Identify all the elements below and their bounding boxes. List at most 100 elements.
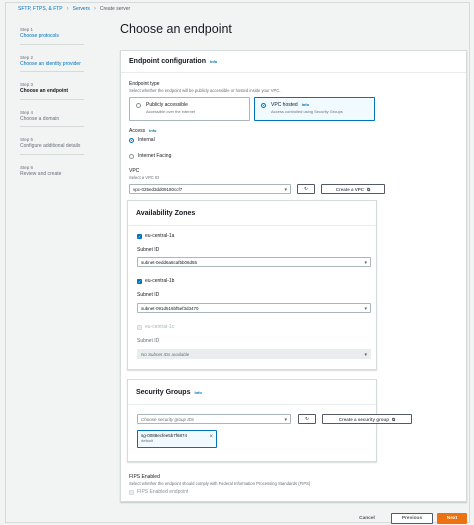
token-desc: default [141,438,154,443]
publicly-accessible-tile[interactable]: Publicly accessible Accessible over the … [129,97,250,121]
step-label[interactable]: Choose an identity provider [20,61,86,68]
refresh-icon: ↻ [305,416,309,421]
breadcrumb-sftp[interactable]: SFTP, FTPS, & FTP [18,6,63,12]
info-link[interactable]: Info [210,59,217,64]
tile-desc: Accessible over the internet [146,109,196,114]
vpc-desc: Select a VPC ID [129,175,160,180]
step-6: Step 6 Review and create [20,165,86,178]
zone-1a-checkbox[interactable]: ✓ [137,234,142,239]
step-divider [20,71,84,72]
divider [121,72,466,73]
step-4: Step 4 Choose a domain [20,110,86,127]
step-2[interactable]: Step 2 Choose an identity provider [20,55,86,72]
step-label: Review and create [20,170,62,177]
zone-name: eu-central-1b [145,278,175,284]
panel-title: Endpoint configuration Info [129,58,217,65]
info-link[interactable]: Info [194,390,201,395]
chevron-right-icon: › [66,6,69,12]
tile-title-text: VPC hosted [271,102,298,108]
refresh-icon: ↻ [304,186,308,191]
external-link-icon: ⧉ [392,416,396,422]
vpc-label: VPC [129,168,140,174]
step-divider [20,43,84,45]
page-title: Choose an endpoint [120,22,232,36]
step-divider [20,153,84,155]
step-divider [20,98,84,100]
caret-down-icon: ▾ [364,351,367,358]
subnet-select-1c: No Subnet IDs available ▾ [137,349,371,359]
security-group-token: sg-0088ecfee5b7f6874 default × [137,430,217,448]
external-link-icon: ⧉ [367,186,371,192]
info-link[interactable]: Info [302,102,309,107]
subnet-value: subnet-0edd6a8caf5b06d55 [141,260,198,265]
publicly-accessible-radio[interactable] [136,103,141,108]
security-group-select[interactable]: Choose security group IDs ▾ [137,414,291,424]
subnet-select-1a[interactable]: subnet-0edd6a8caf5b06d55 ▾ [137,257,371,267]
divider [128,404,376,405]
security-groups-title-text: Security Groups [136,389,191,396]
cancel-button[interactable]: Cancel [352,513,382,524]
subnet-select-1b[interactable]: subnet-091d516bf5ef3d3470 ▾ [137,303,371,313]
info-link[interactable]: Info [149,128,156,133]
next-button[interactable]: Next [437,513,467,524]
refresh-security-groups-button[interactable]: ↻ [298,414,316,424]
internet-facing-label: Internet Facing [138,153,172,159]
zone-1c-checkbox [137,325,142,330]
zone-name: eu-central-1c [145,324,175,330]
vpc-hosted-radio[interactable] [261,103,266,108]
endpoint-type-desc: Select whether the endpoint will be publ… [129,88,281,93]
fips-desc: Select whether the endpoint should compl… [129,481,311,486]
create-security-group-label: Create a security group [338,416,390,422]
endpoint-configuration-panel: Endpoint configuration Info Endpoint type… [120,50,467,502]
create-security-group-button[interactable]: Create a security group ⧉ [322,414,412,424]
step-1[interactable]: Step 1 Choose protocols [20,27,86,45]
create-vpc-button[interactable]: Create a VPC ⧉ [321,184,385,194]
security-groups-title: Security Groups Info [136,389,202,396]
internet-facing-radio[interactable] [129,154,134,159]
refresh-vpc-button[interactable]: ↻ [297,184,315,194]
step-label[interactable]: Choose protocols [20,33,86,40]
subnet-value: No Subnet IDs available [141,352,190,357]
panel-title-text: Endpoint configuration [129,58,206,65]
internal-label: Internal [138,137,155,143]
security-group-placeholder: Choose security group IDs [141,417,195,422]
availability-zones-title: Availability Zones [136,210,196,217]
breadcrumb-servers[interactable]: Servers [73,6,90,12]
divider [128,225,376,226]
step-label: Choose a domain [20,115,60,122]
security-groups-panel: Security Groups Info Choose security grou… [127,379,412,462]
caret-down-icon: ▾ [284,186,287,193]
step-divider [20,126,84,127]
tile-title: VPC hosted Info [271,102,374,108]
step-5: Step 5 Configure additional details [20,137,86,155]
access-label-text: Access [129,128,146,134]
step-label: Configure additional details [20,143,81,149]
step-3: Step 3 Choose an endpoint [20,82,86,100]
zone-name: eu-central-1a [145,233,175,239]
caret-down-icon: ▾ [364,259,367,266]
endpoint-type-label: Endpoint type [129,81,160,87]
fips-checkbox-label: FIPS Enabled endpoint [137,489,189,495]
tile-title: Publicly accessible [146,102,188,108]
previous-button[interactable]: Previous [391,513,433,524]
vpc-select[interactable]: vpc-025ed3dd09180ccf7 ▾ [129,184,291,194]
chevron-right-icon: › [93,6,96,12]
step-label: Choose an endpoint [20,88,69,94]
internal-radio[interactable] [129,138,134,143]
caret-down-icon: ▾ [284,416,287,423]
vpc-select-value: vpc-025ed3dd09180ccf7 [133,187,183,192]
vpc-hosted-tile[interactable]: VPC hosted Info Access controlled using S… [254,97,375,121]
close-icon[interactable]: × [209,434,213,440]
breadcrumb: SFTP, FTPS, & FTP › Servers › Create ser… [18,6,130,12]
tile-desc: Access controlled using Security Groups [271,109,343,114]
wizard-steps: Step 1 Choose protocols Step 2 Choose an… [20,27,86,187]
subnet-label: Subnet ID [137,292,160,298]
subnet-value: subnet-091d516bf5ef3d3470 [141,306,199,311]
availability-zones-panel: Availability Zones ✓ eu-central-1a Subne… [127,200,377,370]
subnet-label: Subnet ID [137,247,160,253]
create-vpc-label: Create a VPC [335,186,365,192]
zone-1b-checkbox[interactable]: ✓ [137,279,142,284]
fips-checkbox[interactable] [129,490,134,495]
subnet-label: Subnet ID [137,338,160,344]
fips-label: FIPS Enabled [129,474,160,480]
